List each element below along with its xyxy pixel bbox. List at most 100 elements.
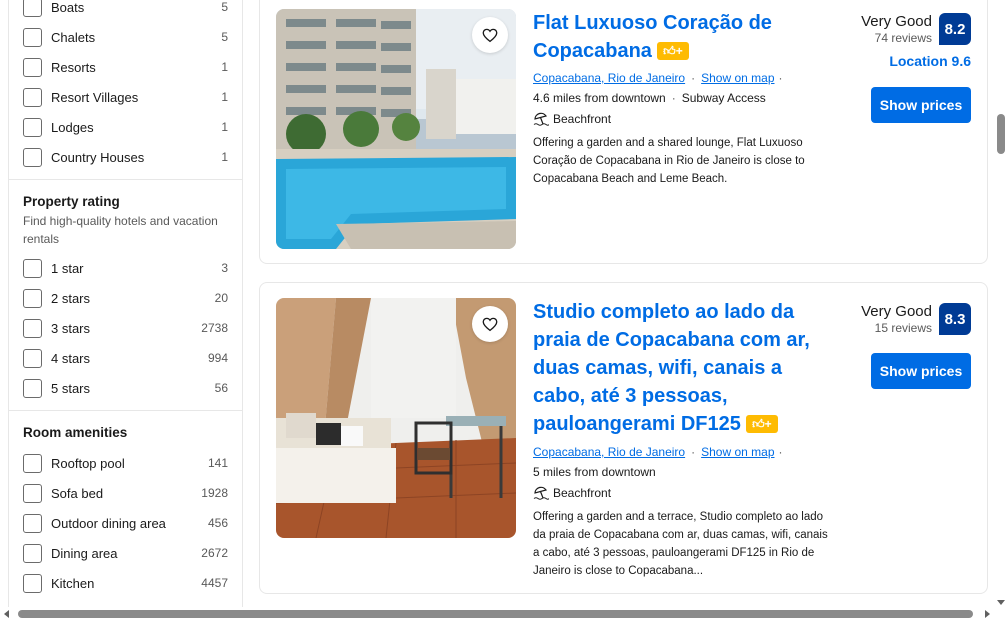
checkbox[interactable]	[23, 348, 42, 368]
checkbox[interactable]	[23, 117, 42, 137]
filter-label: 4 stars	[51, 350, 91, 366]
property-type-section: Boats 5 Chalets 5 Resorts 1 Resort Villa…	[9, 0, 242, 180]
show-on-map-link[interactable]: Show on map	[701, 445, 774, 459]
filter-item-chalets[interactable]: Chalets 5	[23, 27, 228, 47]
distance-text: 4.6 miles from downtown	[533, 91, 666, 105]
distance-row: 5 miles from downtown	[533, 465, 656, 479]
filters-sidebar: Boats 5 Chalets 5 Resorts 1 Resort Villa…	[8, 0, 243, 607]
filter-item-resort-villages[interactable]: Resort Villages 1	[23, 87, 228, 107]
checkbox[interactable]	[23, 288, 42, 308]
property-rating-section: Property rating Find high-quality hotels…	[9, 180, 242, 411]
scroll-left-arrow-icon[interactable]	[4, 610, 9, 618]
location-link[interactable]: Copacabana, Rio de Janeiro	[533, 445, 685, 459]
filter-item-sofa-bed[interactable]: Sofa bed 1928	[23, 483, 228, 503]
filter-label: Resort Villages	[51, 89, 139, 105]
filter-count: 1	[221, 60, 228, 74]
scroll-right-arrow-icon[interactable]	[985, 610, 990, 618]
filter-count: 2672	[201, 546, 228, 560]
filter-item-lodges[interactable]: Lodges 1	[23, 117, 228, 137]
filter-count: 1	[221, 120, 228, 134]
filter-count: 56	[214, 381, 228, 395]
checkbox[interactable]	[23, 87, 42, 107]
horizontal-scrollbar[interactable]	[0, 607, 1008, 621]
filter-item-boats[interactable]: Boats 5	[23, 0, 228, 17]
checkbox[interactable]	[23, 318, 42, 338]
transit-text: Subway Access	[681, 91, 766, 105]
filter-count: 3	[221, 261, 228, 275]
heart-icon	[482, 28, 498, 43]
filter-item-4-stars[interactable]: 4 stars 994	[23, 348, 228, 368]
filter-count: 1	[221, 150, 228, 164]
favorite-button[interactable]	[472, 17, 508, 53]
filter-label: Outdoor dining area	[51, 515, 166, 531]
filter-label: Country Houses	[51, 149, 145, 165]
vertical-scrollbar[interactable]	[994, 0, 1008, 607]
checkbox[interactable]	[23, 513, 42, 533]
review-count: 74 reviews	[874, 31, 932, 45]
heart-icon	[482, 317, 498, 332]
checkbox[interactable]	[23, 147, 42, 167]
filter-item-dining-area[interactable]: Dining area 2672	[23, 543, 228, 563]
checkbox[interactable]	[23, 57, 42, 77]
location-score: Location 9.6	[889, 53, 971, 69]
location-link[interactable]: Copacabana, Rio de Janeiro	[533, 71, 685, 85]
filter-label: 2 stars	[51, 290, 91, 306]
favorite-button[interactable]	[472, 306, 508, 342]
review-score[interactable]: Very Good 15 reviews 8.3	[861, 303, 971, 335]
location-row: Copacabana, Rio de Janeiro · Show on map…	[533, 71, 789, 85]
section-heading: Room amenities	[23, 425, 128, 440]
filter-count: 456	[207, 516, 228, 530]
thumbs-up-plus-badge-icon: 👍︎+	[745, 415, 778, 433]
separator: ·	[778, 71, 783, 85]
property-description: Offering a garden and a terrace, Studio …	[533, 511, 828, 577]
filter-label: 5 stars	[51, 380, 91, 396]
filter-count: 5	[221, 0, 228, 14]
checkbox[interactable]	[23, 573, 42, 593]
checkbox[interactable]	[23, 543, 42, 563]
show-on-map-link[interactable]: Show on map	[701, 71, 774, 85]
score-badge: 8.2	[939, 13, 971, 45]
filter-item-5-stars[interactable]: 5 stars 56	[23, 378, 228, 398]
horizontal-scroll-thumb[interactable]	[18, 610, 973, 618]
property-title[interactable]: Flat Luxuoso Coração de Copacabana 👍︎+	[533, 9, 823, 65]
review-score[interactable]: Very Good 74 reviews 8.2	[861, 13, 971, 45]
checkbox[interactable]	[23, 453, 42, 473]
filter-item-outdoor-dining-area[interactable]: Outdoor dining area 456	[23, 513, 228, 533]
filter-item-1-star[interactable]: 1 star 3	[23, 258, 228, 278]
scroll-down-arrow-icon[interactable]	[997, 600, 1005, 605]
filter-item-kitchen[interactable]: Kitchen 4457	[23, 573, 228, 593]
section-subtitle: Find high-quality hotels and vacation re…	[23, 214, 218, 246]
filter-label: Resorts	[51, 59, 96, 75]
amenity-text: Beachfront	[553, 486, 612, 500]
vertical-scroll-thumb[interactable]	[997, 114, 1005, 154]
distance-row: 4.6 miles from downtown · Subway Access	[533, 91, 766, 105]
separator: ·	[691, 445, 696, 459]
filter-item-3-stars[interactable]: 3 stars 2738	[23, 318, 228, 338]
filter-item-2-stars[interactable]: 2 stars 20	[23, 288, 228, 308]
show-prices-button[interactable]: Show prices	[871, 353, 971, 389]
filter-label: Kitchen	[51, 575, 95, 591]
checkbox[interactable]	[23, 0, 42, 17]
show-prices-button[interactable]: Show prices	[871, 87, 971, 123]
filter-item-country-houses[interactable]: Country Houses 1	[23, 147, 228, 167]
filter-count: 1928	[201, 486, 228, 500]
property-photo[interactable]	[276, 298, 516, 538]
filter-count: 994	[207, 351, 228, 365]
property-title[interactable]: Studio completo ao lado da praia de Copa…	[533, 298, 823, 438]
filter-label: 1 star	[51, 260, 84, 276]
checkbox[interactable]	[23, 483, 42, 503]
property-photo[interactable]	[276, 9, 516, 249]
checkbox[interactable]	[23, 27, 42, 47]
filter-label: Sofa bed	[51, 485, 104, 501]
distance-text: 5 miles from downtown	[533, 465, 656, 479]
filter-label: Chalets	[51, 29, 96, 45]
checkbox[interactable]	[23, 258, 42, 278]
filter-item-resorts[interactable]: Resorts 1	[23, 57, 228, 77]
amenity-row: Beachfront	[533, 486, 611, 500]
review-count: 15 reviews	[874, 321, 932, 335]
filter-count: 20	[214, 291, 228, 305]
checkbox[interactable]	[23, 378, 42, 398]
thumbs-up-plus-badge-icon: 👍︎+	[656, 42, 689, 60]
property-description: Offering a garden and a shared lounge, F…	[533, 137, 805, 185]
filter-item-rooftop-pool[interactable]: Rooftop pool 141	[23, 453, 228, 473]
